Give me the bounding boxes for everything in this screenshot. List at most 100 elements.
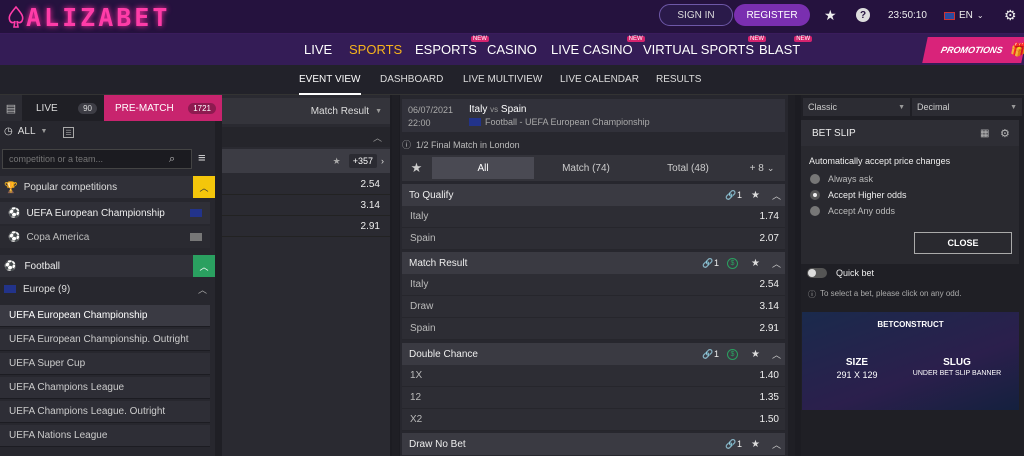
odds-row[interactable]: Draw 3.14	[402, 296, 785, 318]
chevron-up-icon[interactable]: ︿	[772, 189, 781, 202]
tab-match[interactable]: Match (74)	[536, 157, 636, 179]
competition-item[interactable]: UEFA Nations League	[0, 425, 210, 447]
sidebar-scrollbar[interactable]	[215, 121, 222, 456]
favorite-star-icon[interactable]: ★	[751, 439, 760, 450]
favorite-star-icon[interactable]: ★	[404, 157, 429, 179]
chevron-up-icon[interactable]: ︿	[193, 176, 215, 198]
favorite-star-icon[interactable]: ★	[751, 190, 760, 201]
search-box[interactable]: ⌕	[2, 149, 192, 169]
settings-gear-icon[interactable]: ⚙	[1004, 7, 1017, 24]
nav-casino[interactable]: CASINO	[487, 42, 537, 57]
nav-live[interactable]: LIVE	[304, 42, 332, 57]
time-filter[interactable]: ◷ ALL ▼	[4, 126, 47, 137]
logo[interactable]: ALIZABET	[6, 3, 170, 32]
calendar-icon[interactable]: ☰	[63, 127, 74, 138]
chevron-up-icon[interactable]: ︿	[772, 438, 781, 451]
help-icon[interactable]: ?	[856, 8, 870, 22]
tab-live-multiview[interactable]: LIVE MULTIVIEW	[463, 74, 542, 85]
popular-header[interactable]: 🏆 Popular competitions ︿	[0, 176, 215, 198]
close-button[interactable]: CLOSE	[914, 232, 1012, 254]
odds-row[interactable]: Spain 2.91	[402, 318, 785, 340]
language-select[interactable]: EN ⌄	[944, 10, 984, 21]
tab-results[interactable]: RESULTS	[656, 74, 701, 85]
nav-esports[interactable]: ESPORTS NEW	[415, 36, 489, 57]
outcome-odd[interactable]: 1.74	[760, 211, 779, 222]
promotions-button[interactable]: PROMOTIONS 🎁	[922, 37, 1024, 63]
odds-row[interactable]: 12 1.35	[402, 387, 785, 409]
search-icon[interactable]: ⌕	[169, 153, 175, 166]
tab-live[interactable]: LIVE 90	[25, 95, 103, 121]
favorite-star-icon[interactable]: ★	[751, 349, 760, 360]
market-header[interactable]: Double Chance 🔗 1 $ ★ ︿	[402, 343, 785, 365]
star-icon[interactable]: ★	[824, 7, 837, 24]
calculator-icon[interactable]: ▦	[980, 128, 989, 139]
odds-row[interactable]: X2 1.50	[402, 409, 785, 431]
toggle-switch[interactable]	[807, 268, 827, 278]
odds-format-select[interactable]: Decimal ▼	[912, 98, 1022, 116]
chevron-up-icon[interactable]: ︿	[772, 257, 781, 270]
outcome-odd[interactable]: 2.07	[760, 233, 779, 244]
nav-sports[interactable]: SPORTS	[349, 42, 402, 57]
tab-all[interactable]: All	[432, 157, 534, 179]
tab-more[interactable]: + 8 ⌄	[742, 157, 782, 179]
competition-item[interactable]: UEFA Champions League. Outright	[0, 401, 210, 423]
odds-row[interactable]: Italy 1.74	[402, 206, 785, 228]
market-header[interactable]: Draw No Bet 🔗 1 ★ ︿	[402, 433, 785, 455]
register-button[interactable]: REGISTER	[734, 4, 810, 26]
nav-live-casino[interactable]: LIVE CASINO NEW	[551, 36, 645, 57]
favorite-star-icon[interactable]: ★	[333, 156, 341, 167]
popular-item[interactable]: ⚽ UEFA European Championship	[0, 202, 210, 224]
market-header[interactable]: Match Result 🔗 1 $ ★ ︿	[402, 252, 785, 274]
list-scrollbar[interactable]	[392, 95, 399, 456]
odd-button[interactable]: 2.54	[222, 174, 390, 195]
calendar-toggle-icon[interactable]: ▤	[0, 95, 22, 121]
odds-row[interactable]: Italy 2.54	[402, 274, 785, 296]
odd-button[interactable]: 3.14	[222, 195, 390, 216]
competition-item[interactable]: UEFA Super Cup	[0, 353, 210, 375]
promo-banner[interactable]: BETCONSTRUCT SIZE 291 X 129 SLUG UNDER B…	[802, 312, 1019, 410]
odds-row[interactable]: Spain 2.07	[402, 228, 785, 250]
collapse-row[interactable]: ︿	[222, 127, 390, 147]
odd-button[interactable]: 2.91	[222, 216, 390, 237]
sport-football[interactable]: ⚽ Football ︿	[0, 255, 215, 277]
outcome-odd[interactable]: 1.50	[760, 414, 779, 425]
market-select[interactable]: Match Result ▼	[222, 98, 390, 124]
competition-item[interactable]: UEFA Champions League	[0, 377, 210, 399]
stats-icon[interactable]: $	[727, 257, 738, 269]
competition-item[interactable]: UEFA European Championship	[0, 305, 210, 327]
market-header[interactable]: To Qualify 🔗 1 ★ ︿	[402, 184, 785, 206]
menu-icon[interactable]: ≡	[198, 151, 206, 164]
nav-virtual-sports[interactable]: VIRTUAL SPORTS NEW	[643, 36, 767, 57]
chevron-up-icon[interactable]: ︿	[772, 348, 781, 361]
region-europe[interactable]: Europe (9) ︿	[0, 278, 215, 300]
radio-accept-higher[interactable]: Accept Higher odds	[810, 190, 907, 200]
tab-prematch[interactable]: PRE-MATCH 1721	[104, 95, 222, 121]
event-scrollbar[interactable]	[788, 95, 795, 456]
competition-item[interactable]: UEFA European Championship. Outright	[0, 329, 210, 351]
outcome-odd[interactable]: 2.91	[760, 323, 779, 334]
odds-view-select[interactable]: Classic ▼	[803, 98, 910, 116]
outcome-odd[interactable]: 1.40	[760, 370, 779, 381]
popular-item[interactable]: ⚽ Copa America	[0, 226, 210, 248]
odds-row[interactable]: 1X 1.40	[402, 365, 785, 387]
more-markets-count[interactable]: +357	[348, 154, 377, 168]
chevron-up-icon[interactable]: ︿	[198, 283, 207, 296]
stats-icon[interactable]: $	[727, 348, 738, 360]
tab-live-calendar[interactable]: LIVE CALENDAR	[560, 74, 639, 85]
radio-always-ask[interactable]: Always ask	[810, 174, 873, 184]
favorite-star-icon[interactable]: ★	[751, 258, 760, 269]
outcome-odd[interactable]: 1.35	[760, 392, 779, 403]
quick-bet-toggle[interactable]: Quick bet	[807, 268, 874, 278]
settings-gear-icon[interactable]: ⚙	[1000, 127, 1010, 140]
tab-dashboard[interactable]: DASHBOARD	[380, 74, 443, 85]
sign-in-button[interactable]: SIGN IN	[659, 4, 733, 26]
event-row-header[interactable]: ★ +357 ›	[222, 149, 390, 173]
tab-event-view[interactable]: EVENT VIEW	[299, 74, 361, 95]
chevron-up-icon[interactable]: ︿	[193, 255, 215, 277]
search-input[interactable]	[9, 154, 169, 164]
tab-total[interactable]: Total (48)	[638, 157, 738, 179]
outcome-odd[interactable]: 2.54	[760, 279, 779, 290]
radio-accept-any[interactable]: Accept Any odds	[810, 206, 895, 216]
nav-blast[interactable]: BLAST NEW	[759, 36, 813, 57]
outcome-odd[interactable]: 3.14	[760, 301, 779, 312]
